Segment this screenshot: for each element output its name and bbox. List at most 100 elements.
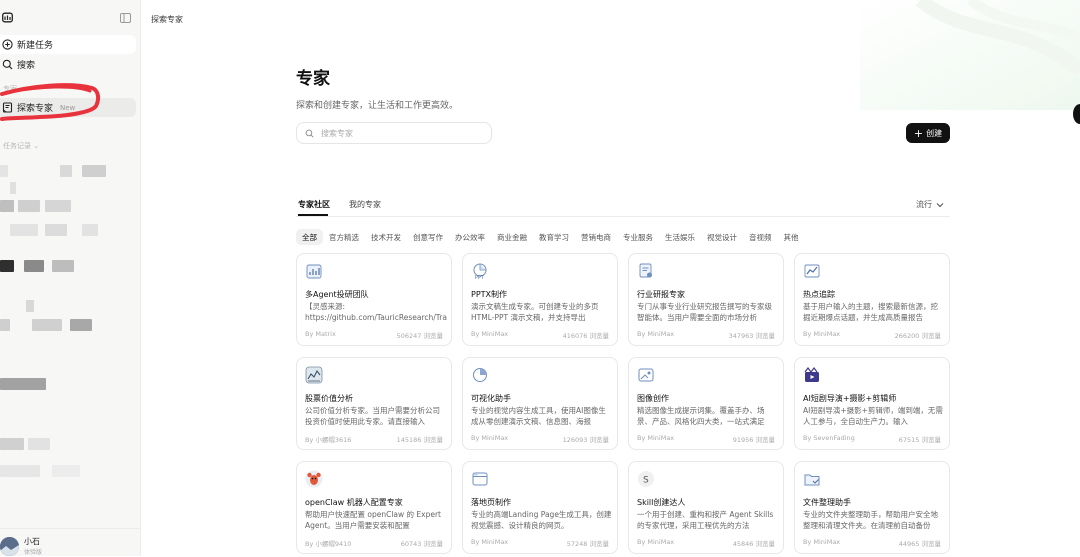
sort-label: 流行 bbox=[916, 200, 932, 209]
expert-card[interactable]: 落地页制作 专业的高端Landing Page生成工具，创建视觉震撼、设计精良的… bbox=[462, 461, 618, 554]
search-icon bbox=[305, 129, 314, 138]
card-title: 落地页制作 bbox=[471, 498, 511, 507]
card-title: 多Agent投研团队 bbox=[305, 290, 369, 299]
card-title: PPTX制作 bbox=[471, 290, 508, 299]
card-author: By MiniMax bbox=[803, 538, 841, 546]
page-title: 专家 bbox=[296, 69, 330, 89]
category-chip[interactable]: 专业服务 bbox=[617, 229, 659, 245]
card-description: 【灵感来源: https://github.com/TauricResearch… bbox=[305, 302, 447, 322]
report-icon bbox=[639, 263, 652, 278]
card-views: 91956 浏览量 bbox=[732, 436, 775, 444]
chevron-down-icon bbox=[936, 202, 944, 207]
category-chip[interactable]: 生活娱乐 bbox=[659, 229, 701, 245]
floating-assist-button[interactable] bbox=[1073, 104, 1080, 124]
category-chip[interactable]: 商业金融 bbox=[491, 229, 533, 245]
create-button-label: 创建 bbox=[926, 128, 943, 138]
card-description: 精选图像生成提示词集。覆盖手办、场景、产品、风格化四大类，一站式满足 bbox=[637, 406, 765, 426]
expert-card[interactable]: S Skill创建达人 一个用于创建、重构和按产 Agent Skills 的专… bbox=[628, 461, 784, 554]
lobster-icon bbox=[305, 470, 323, 488]
card-description: 一个用于创建、重构和按产 Agent Skills 的专家代理，采用工程优先的方… bbox=[637, 510, 774, 530]
category-chip[interactable]: 其他 bbox=[778, 229, 805, 245]
card-author: By MiniMax bbox=[471, 538, 509, 546]
history-label[interactable]: 任务记录 ⌄ bbox=[3, 141, 39, 151]
expert-card[interactable]: openClaw 机器人配置专家 帮助用户快速配置 openClaw 的 Exp… bbox=[296, 461, 452, 554]
category-filter-row: 全部 官方精选 技术开发 创意写作 办公效率 商业金融 教育学习 营销电商 专业… bbox=[296, 229, 805, 245]
card-title: 可视化助手 bbox=[471, 394, 511, 403]
card-description: 专业的高端Landing Page生成工具，创建视觉震撼、设计精良的网页。 bbox=[471, 510, 612, 530]
new-task-label: 新建任务 bbox=[17, 41, 54, 51]
pie-chart-icon bbox=[473, 368, 487, 382]
browser-icon bbox=[472, 472, 488, 486]
new-task-button[interactable]: 新建任务 bbox=[0, 35, 136, 54]
card-author: By 小螺帽9410 bbox=[305, 540, 352, 548]
expert-card[interactable]: 图像创作 精选图像生成提示词集。覆盖手办、场景、产品、风格化四大类，一站式满足 … bbox=[628, 357, 784, 450]
category-chip[interactable]: 教育学习 bbox=[533, 229, 575, 245]
card-title: 股票价值分析 bbox=[305, 394, 353, 403]
card-title: openClaw 机器人配置专家 bbox=[305, 498, 403, 507]
expert-card[interactable]: 股票价值分析 公司价值分析专家。当用户需要分析公司投资价值时使用此专家。请直接输… bbox=[296, 357, 452, 450]
expert-card[interactable]: 文件整理助手 专业的文件夹整理助手，帮助用户安全地整理和清理文件夹。在清理前自动… bbox=[794, 461, 950, 554]
chart-team-icon bbox=[306, 264, 322, 279]
card-title: AI短剧导演+摄影+剪辑师 bbox=[803, 394, 897, 403]
card-description: 帮助用户快速配置 openClaw 的 Expert Agent。当用户需要安装… bbox=[305, 510, 441, 530]
tab-my-experts[interactable]: 我的专家 bbox=[349, 199, 381, 210]
card-author: By MiniMax bbox=[637, 434, 675, 442]
card-views: 506247 浏览量 bbox=[396, 332, 443, 340]
avatar[interactable] bbox=[0, 537, 19, 556]
page-subtitle: 探索和创建专家，让生活和工作更高效。 bbox=[296, 101, 459, 111]
category-chip[interactable]: 创意写作 bbox=[407, 229, 449, 245]
card-author: By MiniMax bbox=[471, 434, 509, 442]
card-author: By 小螺帽3616 bbox=[305, 436, 352, 444]
card-views: 45846 浏览量 bbox=[732, 540, 775, 548]
sort-dropdown[interactable]: 流行 bbox=[916, 199, 944, 210]
history-label-text: 任务记录 bbox=[3, 142, 31, 150]
create-expert-button[interactable]: + 创建 bbox=[906, 123, 950, 143]
card-title: 行业研报专家 bbox=[637, 290, 685, 299]
red-annotation-stroke bbox=[0, 83, 101, 121]
trend-icon bbox=[804, 264, 820, 278]
card-author: By MiniMax bbox=[471, 330, 509, 338]
sidebar-toggle-icon[interactable] bbox=[120, 13, 131, 23]
category-chip[interactable]: 办公效率 bbox=[449, 229, 491, 245]
sidebar-item-search[interactable]: 搜索 bbox=[0, 55, 136, 74]
card-author: By Matrix bbox=[305, 330, 336, 338]
sidebar: 新建任务 搜索 专家 探索专家 New 任务记录 ⌄ 小石 体验版 bbox=[0, 0, 141, 556]
folder-icon bbox=[804, 474, 820, 486]
card-title: 热点追踪 bbox=[803, 290, 835, 299]
plus-icon: + bbox=[913, 126, 924, 140]
card-title: Skill创建达人 bbox=[637, 498, 686, 507]
expert-card[interactable]: 行业研报专家 专门从事专业行业研究报告撰写的专家级智能体。当用户需要全面的市场分… bbox=[628, 253, 784, 346]
card-author: By MiniMax bbox=[803, 330, 841, 338]
card-views: 416076 浏览量 bbox=[562, 332, 609, 340]
category-chip[interactable]: 音视频 bbox=[743, 229, 778, 245]
card-title: 图像创作 bbox=[637, 394, 669, 403]
category-chip[interactable]: 技术开发 bbox=[365, 229, 407, 245]
expert-card[interactable]: AI短剧导演+摄影+剪辑师 AI短剧导演+摄影+剪辑师，端到端，无需人工参与，全… bbox=[794, 357, 950, 450]
category-chip[interactable]: 官方精选 bbox=[323, 229, 365, 245]
card-description: 基于用户输入的主题，搜索最新信源，挖掘近期爆点话题，并生成高质量报告 bbox=[803, 302, 938, 322]
expert-card[interactable]: PPT PPTX制作 演示文稿生成专家。可创建专业的多页 HTML-PPT 演示… bbox=[462, 253, 618, 346]
card-title: 文件整理助手 bbox=[803, 498, 851, 507]
card-views: 44965 浏览量 bbox=[898, 540, 941, 548]
card-views: 57248 浏览量 bbox=[566, 540, 609, 548]
user-profile[interactable]: 小石 体验版 bbox=[0, 528, 141, 557]
card-description: 公司价值分析专家。当用户需要分析公司投资价值时使用此专家。请直接输入 bbox=[305, 406, 440, 426]
expert-search-input[interactable] bbox=[319, 127, 483, 139]
category-chip[interactable]: 营销电商 bbox=[575, 229, 617, 245]
category-chip[interactable]: 视觉设计 bbox=[701, 229, 743, 245]
expert-card[interactable]: 热点追踪 基于用户输入的主题，搜索最新信源，挖掘近期爆点话题，并生成高质量报告 … bbox=[794, 253, 950, 346]
svg-text:S: S bbox=[643, 476, 649, 486]
card-description: 演示文稿生成专家。可创建专业的多页 HTML-PPT 演示文稿，并支持导出 bbox=[471, 302, 599, 322]
tab-expert-community[interactable]: 专家社区 bbox=[298, 199, 330, 210]
expert-search-box[interactable] bbox=[296, 122, 492, 144]
search-icon bbox=[2, 59, 13, 70]
app-logo-icon[interactable] bbox=[2, 12, 13, 23]
card-views: 347963 浏览量 bbox=[728, 332, 775, 340]
card-description: 专业的视觉内容生成工具，使用AI图像生成从零创建演示文稿、信息图、海报 bbox=[471, 406, 606, 426]
category-chip[interactable]: 全部 bbox=[296, 229, 323, 245]
search-label: 搜索 bbox=[17, 61, 36, 71]
expert-card[interactable]: 可视化助手 专业的视觉内容生成工具，使用AI图像生成从零创建演示文稿、信息图、海… bbox=[462, 357, 618, 450]
card-views: 145186 浏览量 bbox=[396, 436, 443, 444]
card-views: 67515 浏览量 bbox=[898, 436, 941, 444]
expert-card[interactable]: 多Agent投研团队 【灵感来源: https://github.com/Tau… bbox=[296, 253, 452, 346]
